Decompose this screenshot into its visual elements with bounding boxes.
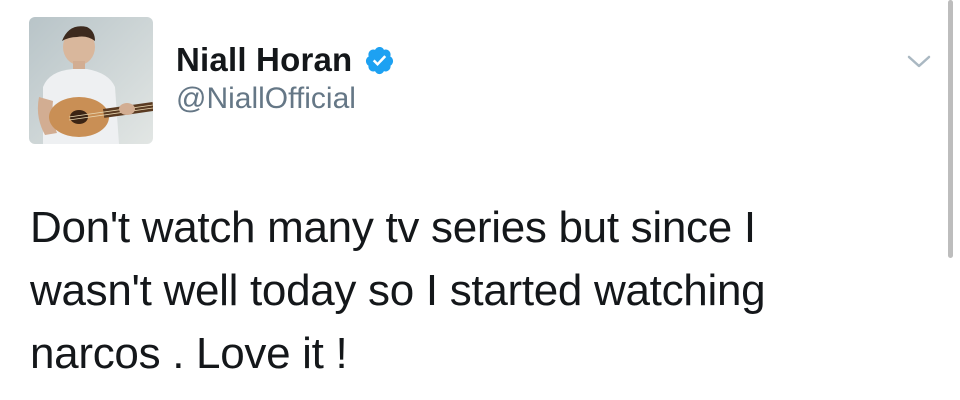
tweet-card: Niall Horan @NiallOfficial Don't watch m… bbox=[0, 0, 960, 400]
chevron-down-icon[interactable] bbox=[904, 50, 934, 72]
scrollbar[interactable] bbox=[948, 0, 953, 258]
avatar-image bbox=[29, 17, 153, 144]
display-name[interactable]: Niall Horan bbox=[176, 41, 352, 79]
tweet-text: Don't watch many tv series but since I w… bbox=[30, 203, 766, 378]
avatar[interactable] bbox=[29, 17, 153, 144]
user-handle[interactable]: @NiallOfficial bbox=[176, 82, 356, 116]
verified-badge-icon bbox=[364, 45, 395, 76]
author-name-row: Niall Horan bbox=[176, 38, 395, 82]
